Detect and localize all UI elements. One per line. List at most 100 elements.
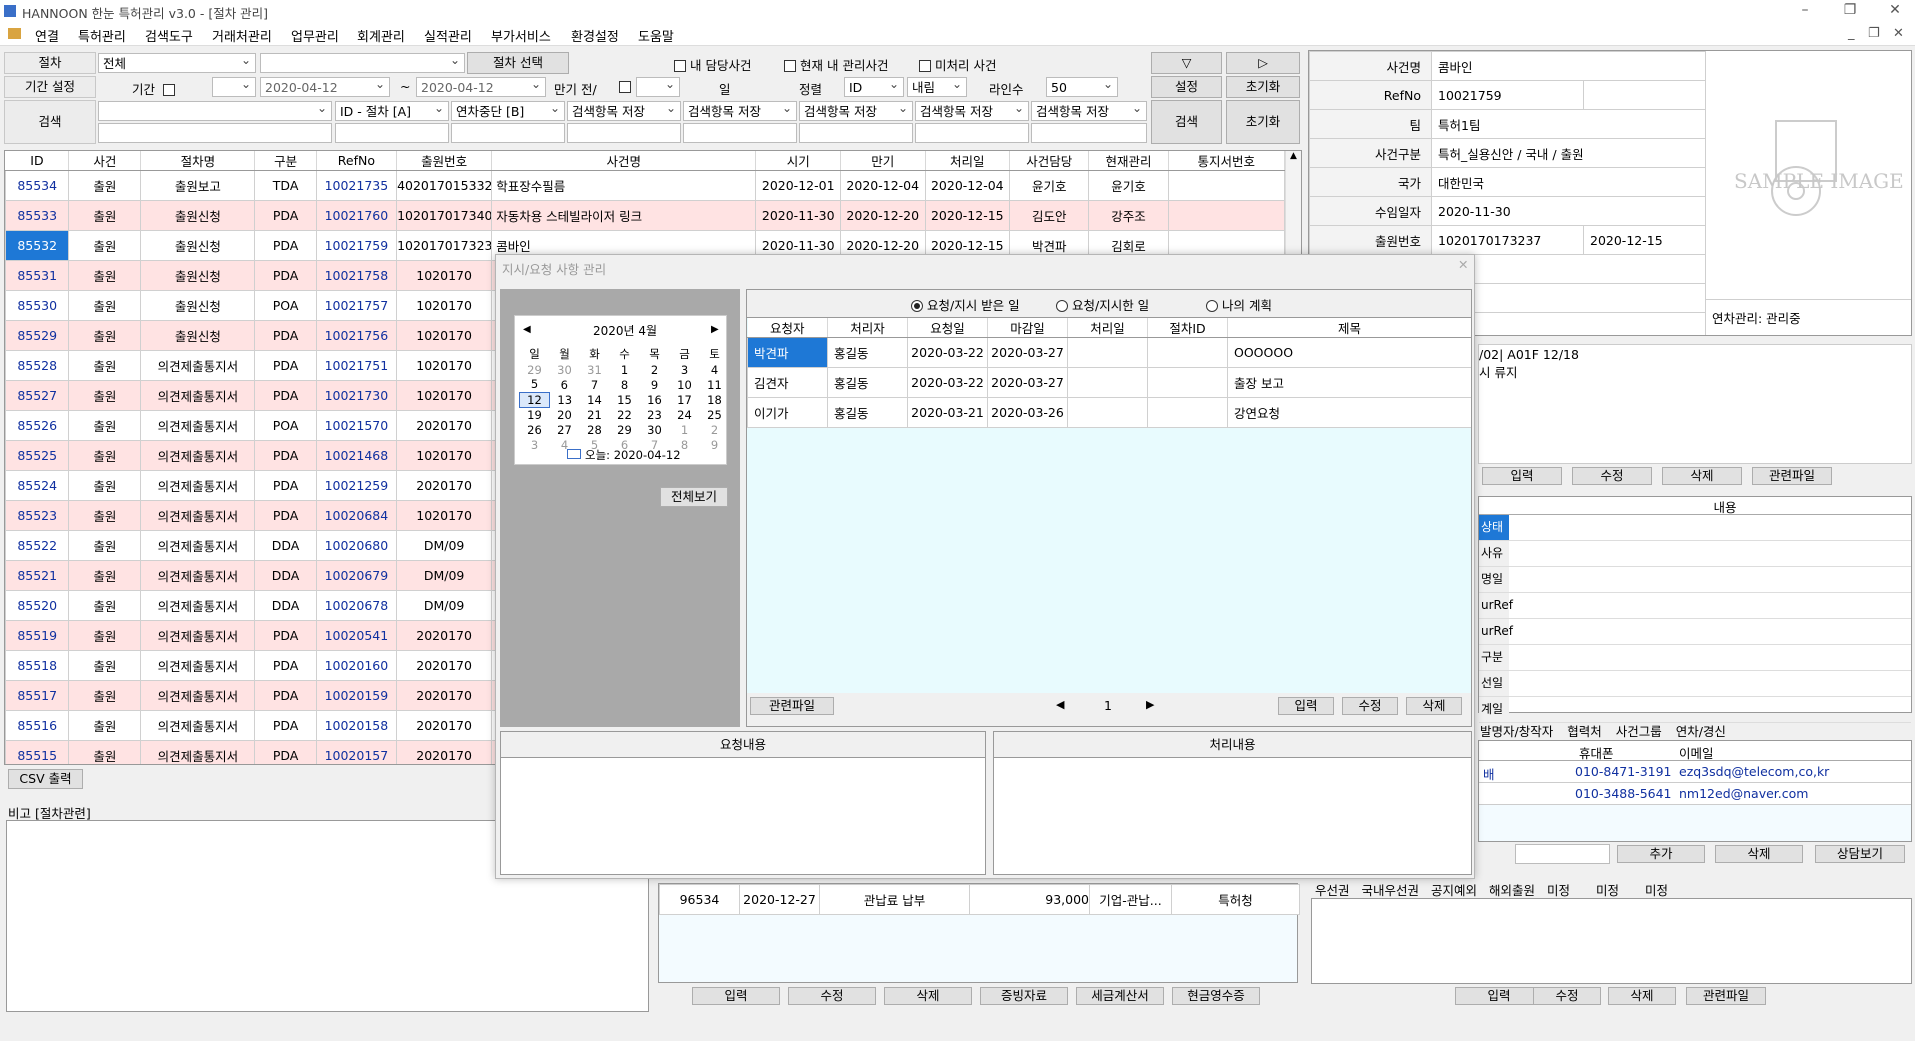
calendar-day[interactable]: 13 xyxy=(550,392,580,407)
case-files-button[interactable]: 관련파일 xyxy=(1752,467,1832,485)
reset-button[interactable]: 초기화 xyxy=(1226,76,1300,98)
instruction-col-header[interactable]: 처리일 xyxy=(1067,318,1148,338)
priority-delete-button[interactable]: 삭제 xyxy=(1608,987,1676,1005)
calendar-day[interactable]: 3 xyxy=(670,362,700,377)
instruction-row[interactable]: 이기가 홍길동 2020-03-21 2020-03-26 강연요청 xyxy=(747,397,1471,428)
tab-inventor[interactable]: 발명자/창작자 xyxy=(1480,724,1553,739)
content-row[interactable]: urRef xyxy=(1479,619,1911,645)
calendar-day[interactable]: 9 xyxy=(700,437,730,452)
grid-col-header[interactable]: 통지서번호 xyxy=(1168,151,1286,171)
grid-col-header[interactable]: 현재관리 xyxy=(1088,151,1169,171)
tab-domestic-priority[interactable]: 국내우선권 xyxy=(1362,883,1420,898)
settings-button[interactable]: 설정 xyxy=(1151,76,1222,98)
my-cases-checkbox[interactable]: 내 담당사건 xyxy=(674,55,751,74)
calendar-day[interactable]: 16 xyxy=(640,392,670,407)
tab-undecided-3[interactable]: 미정 xyxy=(1645,883,1668,898)
calendar-day[interactable]: 1 xyxy=(610,362,640,377)
search-input-4[interactable] xyxy=(567,123,681,143)
consult-view-button[interactable]: 상담보기 xyxy=(1815,845,1905,863)
grid-col-header[interactable]: 사건명 xyxy=(491,151,757,171)
fee-evidence-button[interactable]: 증빙자료 xyxy=(980,987,1068,1005)
mdi-close-icon[interactable]: ✕ xyxy=(1893,26,1904,41)
period-type-select[interactable] xyxy=(212,77,256,97)
instruction-col-header[interactable]: 마감일 xyxy=(987,318,1068,338)
search-reset-button[interactable]: 초기화 xyxy=(1226,100,1300,144)
calendar-day[interactable]: 7 xyxy=(580,377,610,392)
calendar-grid[interactable]: 일 월 화 수 목 금 토 29 30 31 1 2 3 4 5 6 7 8 9 10 11 12 13 14 15 16 17 18… xyxy=(519,346,730,452)
calendar-day[interactable]: 2 xyxy=(700,422,730,437)
calendar-day[interactable]: 29 xyxy=(520,362,550,377)
instruction-edit-button[interactable]: 수정 xyxy=(1342,697,1398,715)
instruction-col-header[interactable]: 제목 xyxy=(1227,318,1471,338)
sort-direction-select[interactable]: 내림 xyxy=(907,77,967,97)
tab-case-group[interactable]: 사건그룹 xyxy=(1616,724,1662,739)
calendar-day[interactable]: 17 xyxy=(670,392,700,407)
instruction-row[interactable]: 박견파 홍길동 2020-03-22 2020-03-27 OOOOOO xyxy=(747,337,1471,368)
fee-edit-button[interactable]: 수정 xyxy=(788,987,876,1005)
calendar-day[interactable]: 22 xyxy=(610,407,640,422)
grid-col-header[interactable]: 구분 xyxy=(254,151,317,171)
instruction-input-button[interactable]: 입력 xyxy=(1278,697,1334,715)
calendar-day[interactable]: 1 xyxy=(670,422,700,437)
content-row[interactable]: 상태 xyxy=(1479,515,1911,541)
calendar-day[interactable]: 24 xyxy=(670,407,700,422)
calendar-day[interactable]: 23 xyxy=(640,407,670,422)
table-row[interactable]: 85534 출원 출원보고 TDA 10021735 4020170153321 학표장수필… xyxy=(5,170,1286,201)
grid-col-header[interactable]: 절차명 xyxy=(140,151,256,171)
fee-tax-invoice-button[interactable]: 세금계산서 xyxy=(1076,987,1164,1005)
content-row[interactable]: urRef xyxy=(1479,593,1911,619)
expand-button[interactable]: ▷ xyxy=(1226,52,1300,74)
instruction-col-header[interactable]: 처리자 xyxy=(827,318,908,338)
tab-priority[interactable]: 우선권 xyxy=(1315,883,1350,898)
content-row[interactable]: 계일 xyxy=(1479,697,1911,723)
procedure-select[interactable]: 전체 xyxy=(98,53,256,73)
view-all-button[interactable]: 전체보기 xyxy=(660,487,728,507)
date-to-picker[interactable]: 2020-04-12 xyxy=(416,77,546,97)
grid-col-header[interactable]: 사건 xyxy=(68,151,142,171)
instruction-col-header[interactable]: 요청일 xyxy=(907,318,988,338)
calendar-day[interactable]: 29 xyxy=(610,422,640,437)
search-input-3[interactable] xyxy=(451,123,565,143)
search-save-select-4[interactable]: 검색항목 저장 xyxy=(915,101,1029,121)
tab-undecided-1[interactable]: 미정 xyxy=(1547,883,1570,898)
calendar[interactable]: ◀ 2020년 4월 ▶ 일 월 화 수 목 금 토 29 30 31 1 2 3 4 5 6 7 8 9 10 11 1… xyxy=(514,315,727,465)
content-row[interactable]: 선일 xyxy=(1479,671,1911,697)
calendar-next-icon[interactable]: ▶ xyxy=(711,324,719,335)
grid-col-header[interactable]: 처리일 xyxy=(925,151,1011,171)
calendar-day[interactable]: 14 xyxy=(580,392,610,407)
search-input-1[interactable] xyxy=(98,123,332,143)
priority-input-button[interactable]: 입력 xyxy=(1455,987,1543,1005)
content-row[interactable]: 사유 xyxy=(1479,541,1911,567)
contact-search-input[interactable] xyxy=(1515,844,1610,864)
minimize-icon[interactable]: – xyxy=(1785,0,1825,22)
radio-sent[interactable]: 요청/지시한 일 xyxy=(1056,295,1149,314)
restore-icon[interactable]: ❐ xyxy=(1830,0,1870,22)
menu-connect[interactable]: 연결 xyxy=(35,26,59,45)
fee-input-button[interactable]: 입력 xyxy=(692,987,780,1005)
search-input-6[interactable] xyxy=(799,123,913,143)
calendar-day[interactable]: 20 xyxy=(550,407,580,422)
case-delete-button[interactable]: 삭제 xyxy=(1662,467,1742,485)
priority-files-button[interactable]: 관련파일 xyxy=(1686,987,1766,1005)
instruction-row[interactable]: 김견자 홍길동 2020-03-22 2020-03-27 출장 보고 xyxy=(747,367,1471,398)
tab-foreign-filing[interactable]: 해외출원 xyxy=(1489,883,1535,898)
content-row[interactable]: 명일 xyxy=(1479,567,1911,593)
current-cases-checkbox[interactable]: 현재 내 관리사건 xyxy=(784,55,888,74)
contact-add-button[interactable]: 추가 xyxy=(1617,845,1705,863)
search-save-select-3[interactable]: 검색항목 저장 xyxy=(799,101,913,121)
contact-row[interactable]: 배 010-8471-3191 ezq3sdq@telecom,co,kr xyxy=(1479,761,1911,783)
procedure-select-button[interactable]: 절차 선택 xyxy=(467,52,569,74)
classification-memo[interactable]: /02| A01F 12/18 시 류지 xyxy=(1478,344,1912,464)
csv-export-button[interactable]: CSV 출력 xyxy=(8,769,83,789)
search-abort-select[interactable]: 연차중단 [B] xyxy=(451,101,565,121)
calendar-day[interactable]: 28 xyxy=(580,422,610,437)
unprocessed-checkbox[interactable]: 미처리 사건 xyxy=(919,55,996,74)
due-days-select[interactable] xyxy=(636,77,680,97)
radio-received[interactable]: 요청/지시 받은 일 xyxy=(911,295,1020,314)
mdi-restore-icon[interactable]: ❐ xyxy=(1868,26,1880,41)
priority-edit-button[interactable]: 수정 xyxy=(1533,987,1601,1005)
calendar-day[interactable]: 4 xyxy=(700,362,730,377)
calendar-day[interactable]: 19 xyxy=(520,407,550,422)
menu-business[interactable]: 업무관리 xyxy=(291,26,339,45)
calendar-day[interactable]: 5 xyxy=(520,377,550,392)
